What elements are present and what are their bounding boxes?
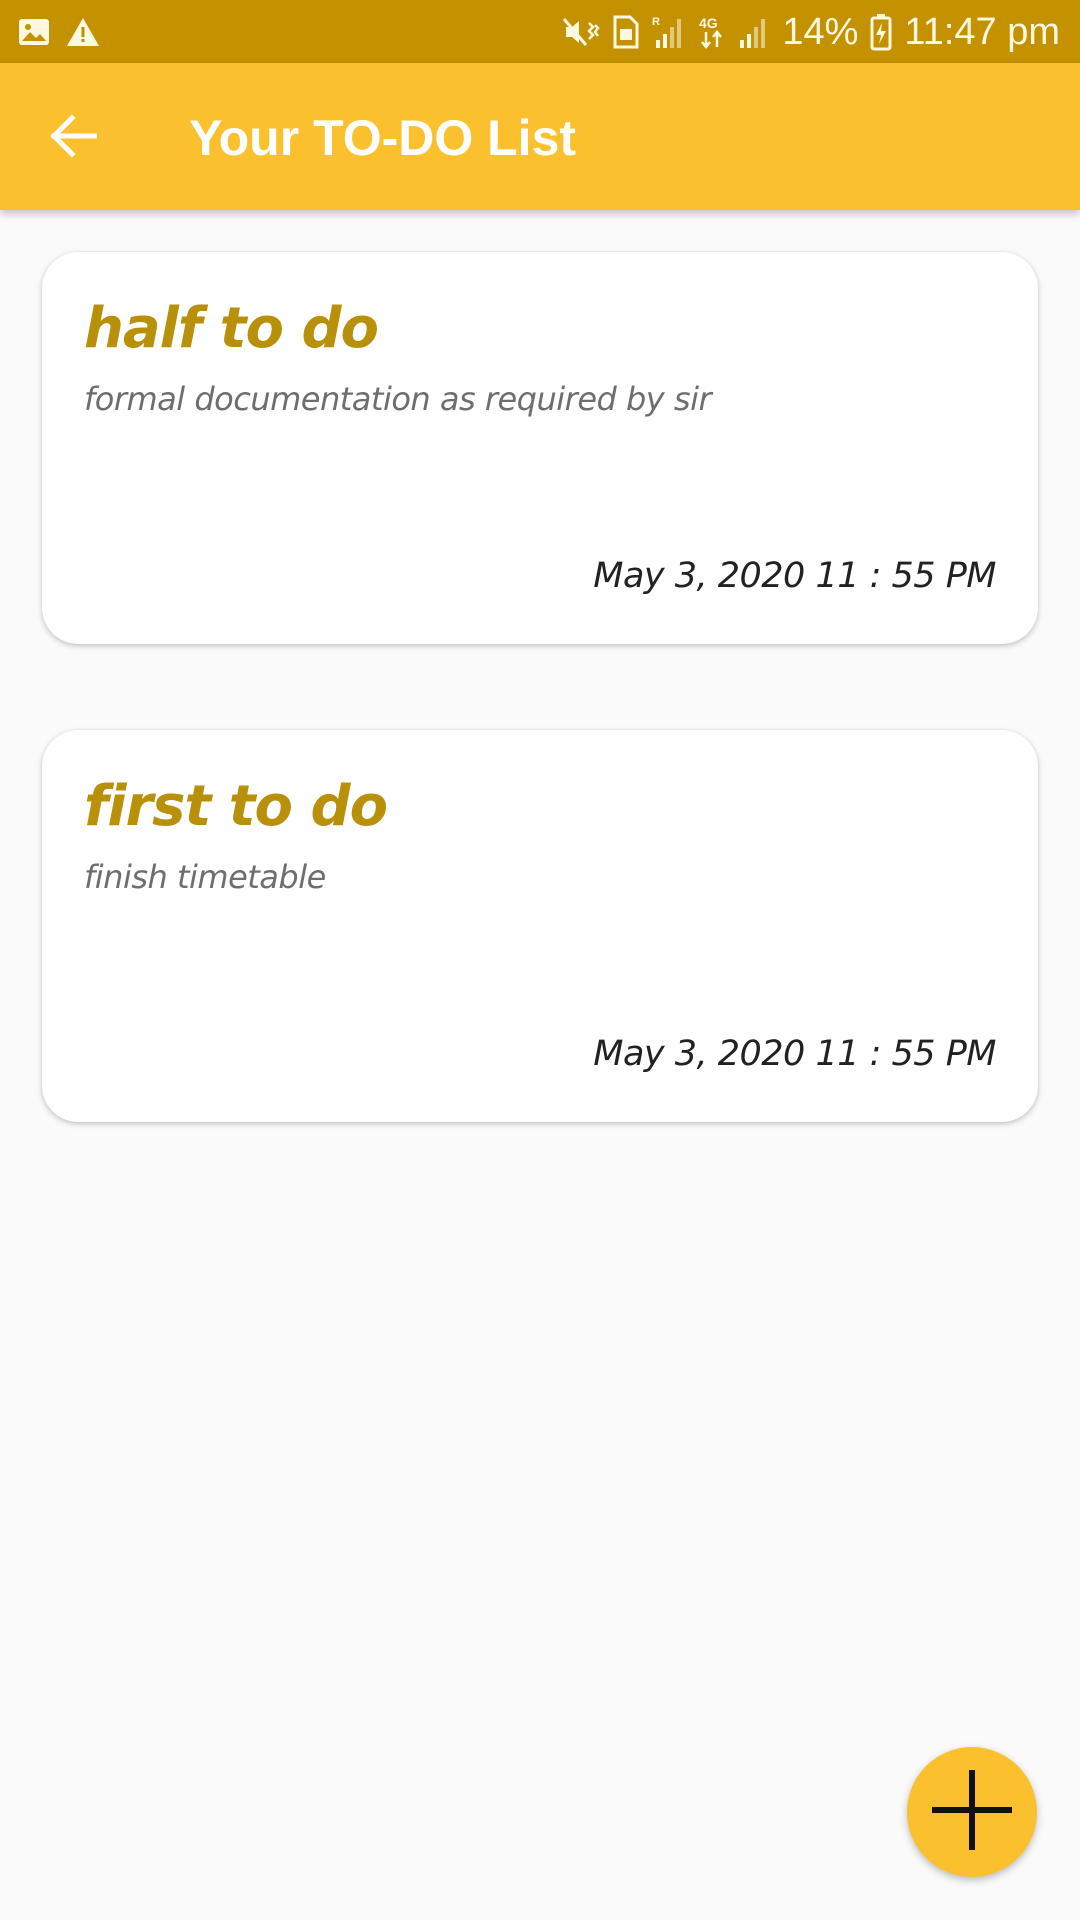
warning-icon xyxy=(66,16,100,48)
todo-screen: R 4G 14% 11:47 pm Your TO-DO List half t… xyxy=(0,0,1080,1920)
battery-charging-icon xyxy=(870,13,892,51)
back-button[interactable] xyxy=(34,103,112,173)
todo-description: formal documentation as required by sir xyxy=(84,380,712,418)
page-title: Your TO-DO List xyxy=(189,110,577,166)
add-todo-button[interactable] xyxy=(907,1747,1037,1877)
roaming-signal-icon: R xyxy=(652,14,686,50)
mute-vibrate-icon xyxy=(562,15,600,49)
add-icon xyxy=(929,1767,1015,1858)
todo-list: half to do formal documentation as requi… xyxy=(42,252,1038,1208)
todo-datetime: May 3, 2020 11 : 55 PM xyxy=(593,1034,996,1074)
status-right-icons: R 4G 14% 11:47 pm xyxy=(562,6,1060,58)
app-bar: Your TO-DO List xyxy=(0,63,1080,210)
clock: 11:47 pm xyxy=(904,10,1060,53)
gallery-icon xyxy=(18,16,50,48)
signal-icon xyxy=(738,14,770,50)
todo-card[interactable]: first to do finish timetable May 3, 2020… xyxy=(42,730,1038,1122)
todo-description: finish timetable xyxy=(84,858,326,896)
sim-icon xyxy=(612,15,640,49)
battery-percent: 14% xyxy=(782,10,859,53)
status-left-icons xyxy=(18,12,100,52)
4g-data-icon: 4G xyxy=(698,14,726,50)
todo-datetime: May 3, 2020 11 : 55 PM xyxy=(593,556,996,596)
todo-title: first to do xyxy=(84,774,388,839)
todo-card[interactable]: half to do formal documentation as requi… xyxy=(42,252,1038,644)
arrow-back-icon xyxy=(49,113,98,163)
status-bar: R 4G 14% 11:47 pm xyxy=(0,0,1080,63)
todo-title: half to do xyxy=(84,296,379,361)
svg-text:4G: 4G xyxy=(699,15,718,31)
svg-text:R: R xyxy=(652,16,660,28)
